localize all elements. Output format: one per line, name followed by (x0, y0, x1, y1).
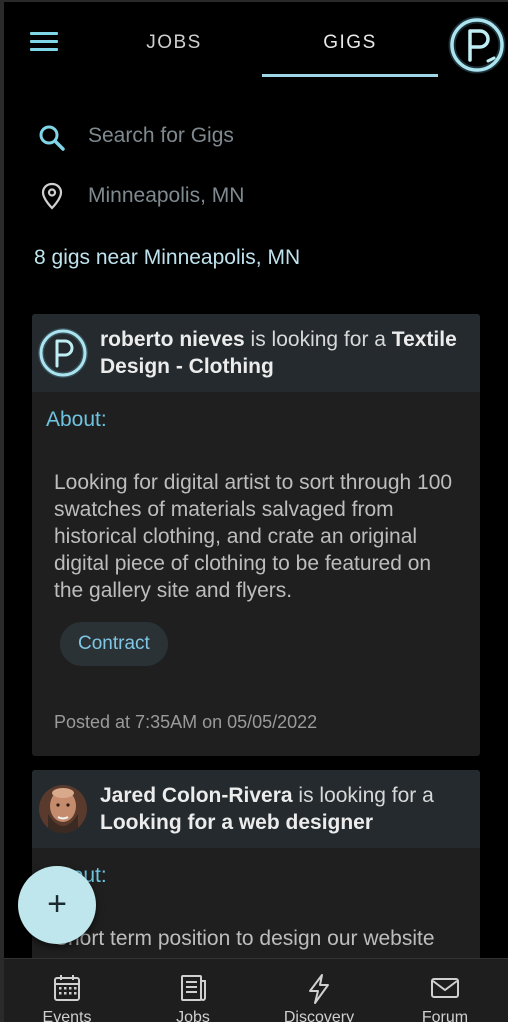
gig-connector: is looking for a (244, 328, 392, 351)
results-count: 8 gigs near Minneapolis, MN (34, 246, 301, 269)
tab-gigs[interactable]: GIGS (262, 32, 438, 54)
nav-label: Events (42, 1009, 92, 1022)
menu-icon[interactable] (30, 32, 58, 56)
nav-label: Jobs (176, 1009, 210, 1022)
location-row (34, 174, 484, 218)
calendar-icon (54, 975, 80, 1001)
location-input[interactable] (88, 178, 468, 214)
location-pin-icon (41, 182, 63, 210)
app-logo-icon[interactable] (448, 16, 506, 74)
gig-card[interactable]: roberto nieves is looking for a Textile … (32, 314, 480, 756)
gig-title-line: roberto nieves is looking for a Textile … (100, 326, 480, 380)
search-row (34, 114, 484, 158)
document-icon (181, 975, 206, 1001)
tab-jobs[interactable]: JOBS (114, 32, 234, 54)
poster-name[interactable]: Jared Colon-Rivera (100, 784, 293, 807)
gig-title[interactable]: Looking for a web designer (100, 811, 373, 834)
poster-avatar (38, 328, 88, 378)
about-label: About: (46, 408, 107, 431)
app-frame: JOBS GIGS 8 gigs near Minneapolis, MN (0, 0, 508, 1022)
gig-connector: is looking for a (292, 784, 434, 807)
lightning-icon (309, 974, 329, 1004)
nav-item-discovery[interactable]: Discovery (256, 959, 382, 1022)
posted-timestamp: Posted at 7:35AM on 05/05/2022 (54, 712, 318, 732)
nav-item-events[interactable]: Events (4, 959, 130, 1022)
add-gig-button[interactable]: + (18, 866, 96, 944)
plus-icon: + (47, 885, 67, 923)
nav-label: Discovery (283, 1009, 355, 1022)
poster-avatar (39, 785, 87, 833)
top-bar: JOBS GIGS (4, 2, 508, 82)
search-icon (39, 125, 65, 151)
poster-name[interactable]: roberto nieves (100, 328, 245, 351)
bottom-nav: Events Jobs Discovery Forum (4, 958, 508, 1022)
gig-card-header: roberto nieves is looking for a Textile … (32, 314, 480, 392)
active-tab-indicator (262, 74, 438, 77)
mail-icon (431, 978, 459, 998)
nav-label: Forum (421, 1009, 469, 1022)
gig-card-header: Jared Colon-Rivera is looking for a Look… (32, 770, 480, 848)
nav-item-jobs[interactable]: Jobs (130, 959, 256, 1022)
gig-description: Short term position to design our websit… (54, 927, 435, 950)
gig-description: Looking for digital artist to sort throu… (54, 471, 453, 602)
gig-title-line: Jared Colon-Rivera is looking for a Look… (100, 782, 480, 836)
nav-item-forum[interactable]: Forum (382, 959, 508, 1022)
search-input[interactable] (88, 118, 468, 154)
gig-type-chip[interactable]: Contract (60, 622, 168, 666)
